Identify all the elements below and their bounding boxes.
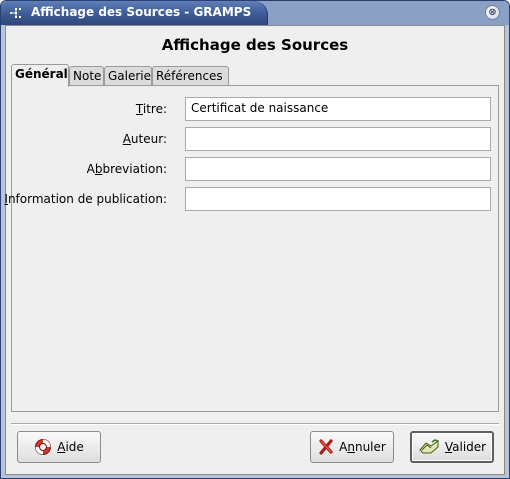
auteur-input[interactable] [185,127,491,151]
ok-button-label: Valider [444,440,487,454]
general-panel: Titre: Certificat de naissance Auteur: A… [4,85,499,412]
title-tab: Affichage des Sources - GRAMPS [1,1,268,25]
close-icon[interactable]: ⊗ [485,5,500,20]
abbreviation-label: Abbreviation: [86,162,167,176]
publication-input[interactable] [185,187,491,211]
help-button[interactable]: Aide [17,431,101,463]
titre-input[interactable]: Certificat de naissance [185,97,491,121]
ok-button[interactable]: Valider [410,431,494,463]
dialog-heading: Affichage des Sources [161,36,349,54]
cancel-button[interactable]: Annuler [310,431,394,463]
auteur-label: Auteur: [122,132,167,146]
tab-references[interactable]: Références [152,66,229,86]
gramps-app-icon[interactable] [9,6,23,20]
check-hand-icon [419,439,439,454]
cancel-button-label: Annuler [339,440,386,454]
help-button-label: Aide [57,440,84,454]
titre-label: Titre: [135,102,167,116]
lifebuoy-icon [35,439,52,455]
tab-note[interactable]: Note [69,66,104,86]
abbreviation-input[interactable] [185,157,491,181]
publication-label: Information de publication: [4,192,167,206]
button-separator [11,423,499,425]
red-x-icon [319,439,333,455]
dialog-window: Affichage des Sources - GRAMPS ⊗ Afficha… [0,0,510,479]
title-bar[interactable]: Affichage des Sources - GRAMPS ⊗ [1,1,509,25]
tab-general[interactable]: Général [11,64,69,87]
window-title: Affichage des Sources - GRAMPS [31,5,252,19]
dialog-body: Affichage des Sources Général Note Galer… [4,25,505,475]
tab-galerie[interactable]: Galerie [104,66,152,86]
